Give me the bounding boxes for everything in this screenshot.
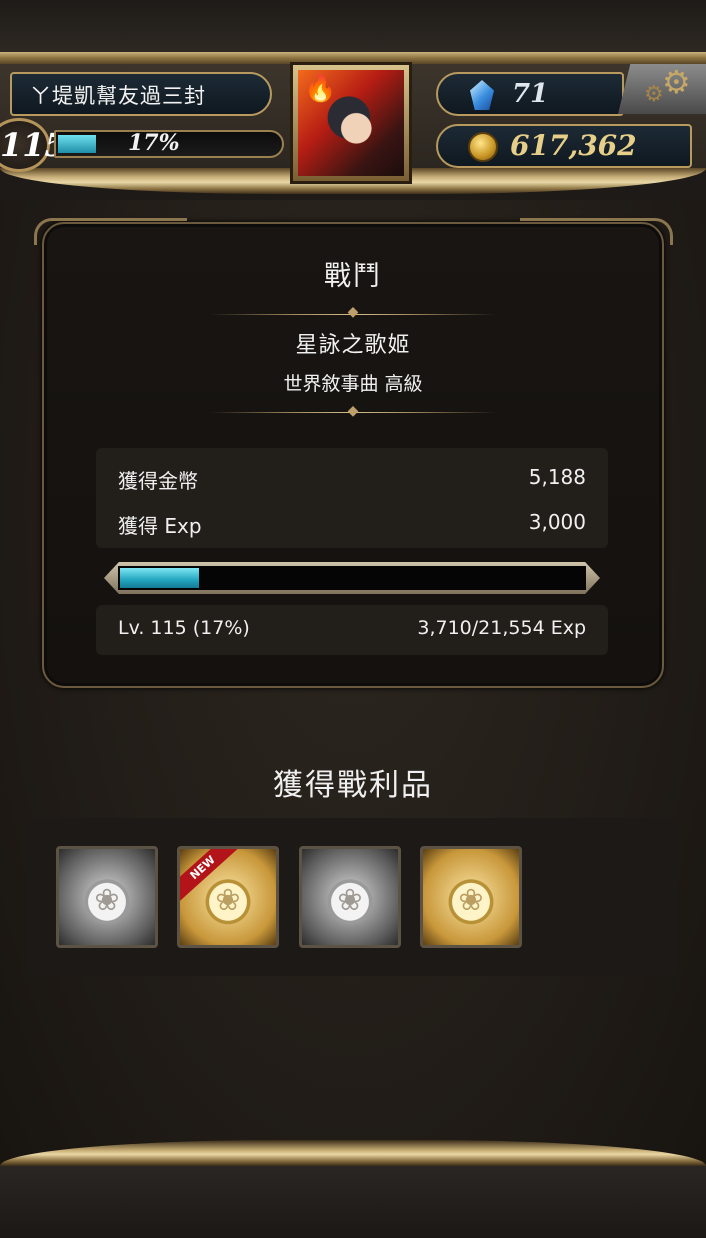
coin-count: 617,362 (510, 129, 637, 162)
level-progress-label: 17% (128, 130, 180, 156)
player-name: ㄚ堤凱幫友過三封 (30, 84, 206, 108)
exp-bar-fill (120, 568, 199, 588)
loot-item[interactable]: ❀ NEW (177, 846, 279, 948)
panel-ornament-right (520, 218, 673, 245)
level-text: Lv. 115 (17%) (118, 617, 250, 639)
loot-title: 獲得戰利品 (273, 768, 433, 803)
footer (0, 1166, 706, 1238)
gear-small-icon: ⚙ (644, 82, 664, 107)
loot-item[interactable]: ❀ (420, 846, 522, 948)
reward-value-coins: 5,188 (528, 465, 586, 489)
divider-ornament-icon: ◆ (347, 304, 359, 320)
exp-text: 3,710/21,554 Exp (417, 617, 586, 639)
reward-label-exp: 獲得 Exp (118, 514, 202, 538)
stage-name: 星詠之歌姬 (295, 333, 411, 358)
reward-label-coins: 獲得金幣 (118, 469, 198, 493)
divider-ornament-icon: ◆ (347, 403, 359, 419)
gem-count: 71 (512, 79, 549, 109)
flame-icon: 🔥 (304, 74, 337, 104)
reward-value-exp: 3,000 (528, 510, 586, 534)
panel-ornament-left (34, 218, 187, 245)
lotus-sigil-icon: ❀ (94, 883, 120, 918)
level-progress-fill (58, 135, 96, 153)
loot-item[interactable]: ❀ (299, 846, 401, 948)
panel-title: 戰鬥 (324, 261, 382, 292)
lotus-sigil-icon: ❀ (337, 883, 363, 918)
lotus-sigil-icon: ❀ (458, 883, 484, 918)
gear-icon[interactable]: ⚙ (662, 66, 691, 98)
stage-subtitle: 世界敘事曲 高級 (283, 373, 423, 395)
coin-icon (468, 132, 498, 162)
loot-item[interactable]: ❀ (56, 846, 158, 948)
